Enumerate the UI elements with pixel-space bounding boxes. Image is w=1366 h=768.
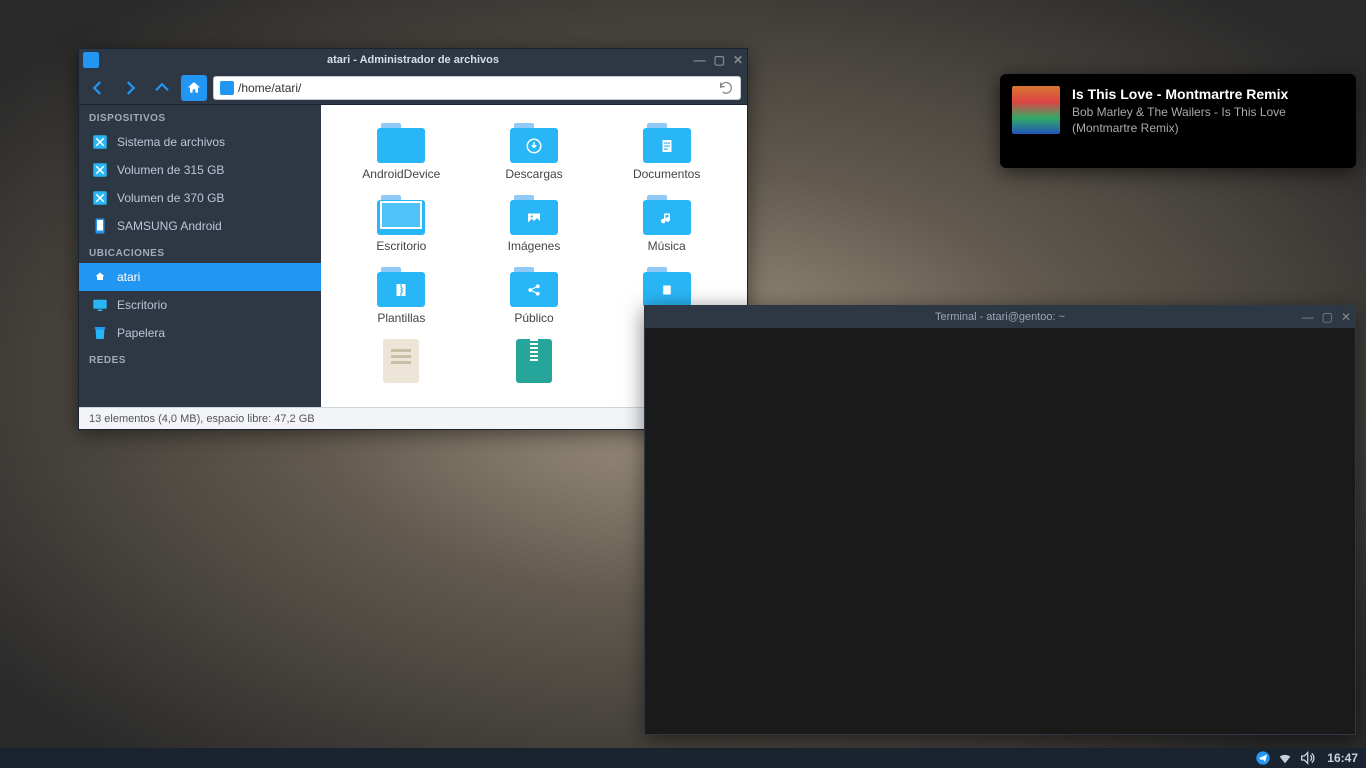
sidebar-device-item[interactable]: Volumen de 370 GB (79, 184, 321, 212)
maximize-button[interactable]: ▢ (714, 53, 725, 67)
drive-icon (91, 161, 109, 179)
file-label: AndroidDevice (362, 167, 440, 181)
home-button[interactable] (181, 75, 207, 101)
volume-icon[interactable] (1299, 750, 1315, 766)
file-item[interactable] (468, 335, 601, 391)
folder-icon (643, 267, 691, 307)
folder-icon (510, 267, 558, 307)
reload-button[interactable] (718, 80, 734, 96)
file-item[interactable]: Plantillas (335, 263, 468, 329)
terminal-titlebar[interactable]: Terminal - atari@gentoo: ~ — ▢ ✕ (645, 306, 1355, 328)
window-title: atari - Administrador de archivos (327, 54, 499, 66)
folder-icon (377, 123, 425, 163)
close-button[interactable]: ✕ (1341, 310, 1351, 324)
folder-icon (643, 123, 691, 163)
forward-button[interactable] (117, 75, 143, 101)
folder-icon (510, 195, 558, 235)
sidebar-header-devices: DISPOSITIVOS (79, 105, 321, 128)
folder-icon (510, 123, 558, 163)
place-icon (91, 296, 109, 314)
file-item[interactable] (335, 335, 468, 391)
file-label: Imágenes (508, 239, 561, 253)
sidebar-item-label: SAMSUNG Android (117, 219, 222, 233)
drive-icon (91, 133, 109, 151)
sidebar-item-label: Sistema de archivos (117, 135, 225, 149)
sidebar-item-label: atari (117, 270, 140, 284)
system-tray: 16:47 (1255, 750, 1362, 766)
notification-subtitle: Bob Marley & The Wailers - Is This Love … (1072, 104, 1344, 136)
file-manager-icon (83, 52, 99, 68)
clock[interactable]: 16:47 (1327, 751, 1358, 765)
minimize-button[interactable]: — (694, 53, 706, 67)
file-label: Música (648, 239, 686, 253)
file-item[interactable]: Música (600, 191, 733, 257)
folder-icon (643, 195, 691, 235)
folder-icon (377, 267, 425, 307)
file-label: Público (514, 311, 553, 325)
sidebar-header-places: UBICACIONES (79, 240, 321, 263)
minimize-button[interactable]: — (1302, 310, 1314, 324)
file-manager-titlebar[interactable]: atari - Administrador de archivos — ▢ ✕ (79, 49, 747, 71)
sidebar-item-label: Volumen de 370 GB (117, 191, 224, 205)
place-icon (91, 324, 109, 342)
file-item[interactable]: AndroidDevice (335, 119, 468, 185)
wifi-icon[interactable] (1277, 750, 1293, 766)
file-label: Escritorio (376, 239, 426, 253)
document-icon (383, 339, 419, 383)
back-button[interactable] (85, 75, 111, 101)
sidebar-place-item[interactable]: atari (79, 263, 321, 291)
file-item[interactable]: Documentos (600, 119, 733, 185)
sidebar-device-item[interactable]: SAMSUNG Android (79, 212, 321, 240)
file-item[interactable]: Descargas (468, 119, 601, 185)
terminal-window: Terminal - atari@gentoo: ~ — ▢ ✕ (644, 305, 1356, 735)
taskbar: 16:47 (0, 748, 1366, 768)
album-art (1012, 86, 1060, 134)
file-label: Documentos (633, 167, 700, 181)
telegram-icon[interactable] (1255, 750, 1271, 766)
sidebar-device-item[interactable]: Volumen de 315 GB (79, 156, 321, 184)
notification-title: Is This Love - Montmartre Remix (1072, 86, 1344, 102)
place-icon (91, 268, 109, 286)
maximize-button[interactable]: ▢ (1322, 310, 1333, 324)
sidebar-place-item[interactable]: Papelera (79, 319, 321, 347)
file-label: Descargas (505, 167, 562, 181)
drive-icon (91, 217, 109, 235)
sidebar-item-label: Escritorio (117, 298, 167, 312)
sidebar-header-network: REDES (79, 347, 321, 370)
terminal-output[interactable] (645, 328, 1355, 734)
path-text: /home/atari/ (238, 81, 301, 95)
file-manager-toolbar: /home/atari/ (79, 71, 747, 105)
sidebar-item-label: Papelera (117, 326, 165, 340)
archive-icon (516, 339, 552, 383)
music-notification[interactable]: Is This Love - Montmartre Remix Bob Marl… (1000, 74, 1356, 168)
sidebar: DISPOSITIVOS Sistema de archivos Volumen … (79, 105, 321, 407)
drive-icon (91, 189, 109, 207)
up-button[interactable] (149, 75, 175, 101)
file-item[interactable]: Imágenes (468, 191, 601, 257)
file-item[interactable]: Escritorio (335, 191, 468, 257)
folder-icon (377, 195, 425, 235)
file-label: Plantillas (377, 311, 425, 325)
file-item[interactable]: Público (468, 263, 601, 329)
status-text: 13 elementos (4,0 MB), espacio libre: 47… (89, 413, 315, 425)
sidebar-item-label: Volumen de 315 GB (117, 163, 224, 177)
terminal-title: Terminal - atari@gentoo: ~ (935, 311, 1065, 323)
sidebar-place-item[interactable]: Escritorio (79, 291, 321, 319)
folder-icon (220, 81, 234, 95)
path-bar[interactable]: /home/atari/ (213, 76, 741, 100)
sidebar-device-item[interactable]: Sistema de archivos (79, 128, 321, 156)
close-button[interactable]: ✕ (733, 53, 743, 67)
